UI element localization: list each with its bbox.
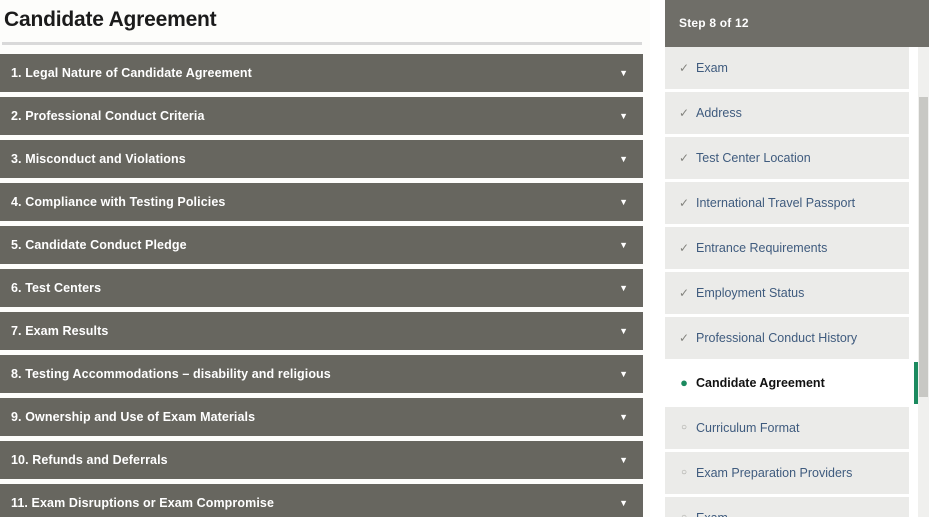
step-item-completed[interactable]: ✓ Exam <box>665 47 909 92</box>
completed-bullet-icon: ✓ <box>678 241 690 255</box>
step-item-label[interactable]: International Travel Passport <box>696 182 855 224</box>
step-item-pending[interactable]: ○Exam <box>665 497 909 517</box>
completed-bullet-icon: ✓ <box>678 196 690 210</box>
chevron-down-icon[interactable]: ▼ <box>619 183 628 221</box>
chevron-down-icon[interactable]: ▼ <box>619 355 628 393</box>
accordion-section-label: 6. Test Centers <box>11 281 102 295</box>
step-item-completed[interactable]: ✓ Test Center Location <box>665 137 909 182</box>
accordion-section[interactable]: 11. Exam Disruptions or Exam Compromise ▼ <box>0 484 643 517</box>
chevron-down-icon[interactable]: ▼ <box>619 484 628 517</box>
accordion-section-label: 4. Compliance with Testing Policies <box>11 195 226 209</box>
step-item-label[interactable]: Exam <box>696 47 728 89</box>
completed-bullet-icon: ✓ <box>678 151 690 165</box>
accordion-section-label: 5. Candidate Conduct Pledge <box>11 238 187 252</box>
progress-sidebar: Step 8 of 12 ✓ Exam ✓ Address ✓ Test Center L… <box>665 0 929 517</box>
accordion-section-label: 3. Misconduct and Violations <box>11 152 186 166</box>
accordion-section[interactable]: 9. Ownership and Use of Exam Materials ▼ <box>0 398 643 436</box>
step-item-label[interactable]: Professional Conduct History <box>696 317 857 359</box>
step-item-completed[interactable]: ✓ Address <box>665 92 909 137</box>
accordion-section[interactable]: 4. Compliance with Testing Policies ▼ <box>0 183 643 221</box>
step-item-completed[interactable]: ✓ Entrance Requirements <box>665 227 909 272</box>
completed-bullet-icon: ✓ <box>678 61 690 75</box>
step-item-active[interactable]: ● Candidate Agreement <box>665 362 921 407</box>
completed-bullet-icon: ✓ <box>678 106 690 120</box>
chevron-down-icon[interactable]: ▼ <box>619 140 628 178</box>
pending-bullet-icon: ○ <box>680 422 688 433</box>
completed-bullet-icon: ✓ <box>678 286 690 300</box>
accordion-section-label: 8. Testing Accommodations – disability a… <box>11 367 331 381</box>
accordion-section[interactable]: 7. Exam Results ▼ <box>0 312 643 350</box>
step-item-label[interactable]: Exam <box>696 497 728 517</box>
accordion-section[interactable]: 2. Professional Conduct Criteria ▼ <box>0 97 643 135</box>
accordion-section-label: 2. Professional Conduct Criteria <box>11 109 205 123</box>
chevron-down-icon[interactable]: ▼ <box>619 398 628 436</box>
accordion-section[interactable]: 10. Refunds and Deferrals ▼ <box>0 441 643 479</box>
accordion-section-label: 10. Refunds and Deferrals <box>11 453 168 467</box>
accordion-section[interactable]: 6. Test Centers ▼ <box>0 269 643 307</box>
main-panel: Candidate Agreement 1. Legal Nature of C… <box>0 0 650 517</box>
step-item-label[interactable]: Entrance Requirements <box>696 227 827 269</box>
sidebar-scrollbar-track[interactable] <box>918 47 929 517</box>
agreement-accordion: 1. Legal Nature of Candidate Agreement ▼ 2… <box>0 54 650 517</box>
accordion-section-label: 9. Ownership and Use of Exam Materials <box>11 410 256 424</box>
step-item-label[interactable]: Address <box>696 92 742 134</box>
step-item-pending[interactable]: ○ Curriculum Format <box>665 407 909 452</box>
accordion-section[interactable]: 5. Candidate Conduct Pledge ▼ <box>0 226 643 264</box>
step-item-completed[interactable]: ✓ International Travel Passport <box>665 182 909 227</box>
accordion-section[interactable]: 3. Misconduct and Violations ▼ <box>0 140 643 178</box>
accordion-section-label: 11. Exam Disruptions or Exam Compromise <box>11 496 275 510</box>
chevron-down-icon[interactable]: ▼ <box>619 54 628 92</box>
chevron-down-icon[interactable]: ▼ <box>619 312 628 350</box>
page-title: Candidate Agreement <box>4 8 217 31</box>
sidebar-scrollbar-thumb[interactable] <box>919 97 928 397</box>
pending-bullet-icon: ○ <box>680 467 688 478</box>
accordion-section-label: 7. Exam Results <box>11 324 109 338</box>
step-item-completed[interactable]: ✓ Employment Status <box>665 272 909 317</box>
chevron-down-icon[interactable]: ▼ <box>619 441 628 479</box>
step-item-label[interactable]: Curriculum Format <box>696 407 800 449</box>
chevron-down-icon[interactable]: ▼ <box>619 97 628 135</box>
active-bullet-icon: ● <box>680 375 688 390</box>
step-item-label[interactable]: Candidate Agreement <box>696 362 825 404</box>
pending-bullet-icon: ○ <box>677 497 691 517</box>
page-root: Candidate Agreement 1. Legal Nature of C… <box>0 0 929 517</box>
step-counter: Step 8 of 12 <box>679 16 749 30</box>
step-item-completed[interactable]: ✓ Professional Conduct History <box>665 317 909 362</box>
accordion-section-label: 1. Legal Nature of Candidate Agreement <box>11 66 252 80</box>
step-item-label[interactable]: Test Center Location <box>696 137 811 179</box>
sidebar-header: Step 8 of 12 <box>665 0 929 47</box>
accordion-section[interactable]: 1. Legal Nature of Candidate Agreement ▼ <box>0 54 643 92</box>
step-list: ✓ Exam ✓ Address ✓ Test Center Location ✓ Inter… <box>665 47 929 517</box>
chevron-down-icon[interactable]: ▼ <box>619 269 628 307</box>
title-divider <box>2 42 642 45</box>
step-item-label[interactable]: Employment Status <box>696 272 804 314</box>
step-item-pending[interactable]: ○ Exam Preparation Providers <box>665 452 909 497</box>
step-item-label[interactable]: Exam Preparation Providers <box>696 452 852 494</box>
accordion-section[interactable]: 8. Testing Accommodations – disability a… <box>0 355 643 393</box>
chevron-down-icon[interactable]: ▼ <box>619 226 628 264</box>
completed-bullet-icon: ✓ <box>678 331 690 345</box>
